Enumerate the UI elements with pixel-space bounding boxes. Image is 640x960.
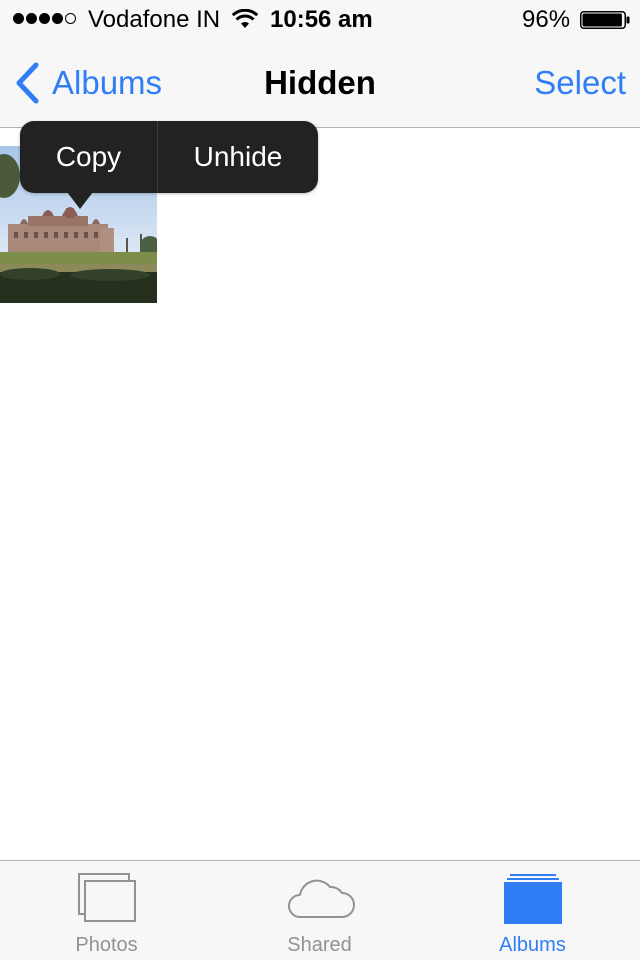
edit-menu-popup: Copy Unhide (20, 121, 318, 193)
carrier-name: Vodafone IN (88, 6, 221, 33)
battery-percentage: 96% (522, 6, 571, 33)
navigation-bar: Albums Hidden Select (0, 40, 640, 127)
battery-icon (580, 11, 630, 29)
tab-label: Shared (287, 934, 352, 956)
copy-menu-item[interactable]: Copy (20, 121, 158, 193)
unhide-menu-item[interactable]: Unhide (158, 121, 318, 193)
clock: 10:56 am (270, 6, 373, 33)
albums-icon (503, 874, 562, 924)
photos-icon (77, 873, 136, 922)
tab-photos[interactable]: Photos (0, 861, 213, 960)
tab-bar: Photos Shared Albums (0, 860, 640, 960)
cloud-icon (287, 879, 355, 918)
tab-albums[interactable]: Albums (426, 861, 639, 960)
status-bar: Vodafone IN 10:56 am 96% (0, 0, 640, 40)
wifi-icon (232, 9, 258, 28)
edit-menu-pointer (67, 192, 93, 209)
top-bar: Vodafone IN 10:56 am 96% Albums Hidden S… (0, 0, 640, 128)
tab-label: Albums (499, 934, 566, 956)
select-button[interactable]: Select (534, 64, 626, 102)
tab-label: Photos (75, 934, 138, 956)
signal-strength-icon (13, 13, 76, 27)
tab-shared[interactable]: Shared (213, 861, 426, 960)
